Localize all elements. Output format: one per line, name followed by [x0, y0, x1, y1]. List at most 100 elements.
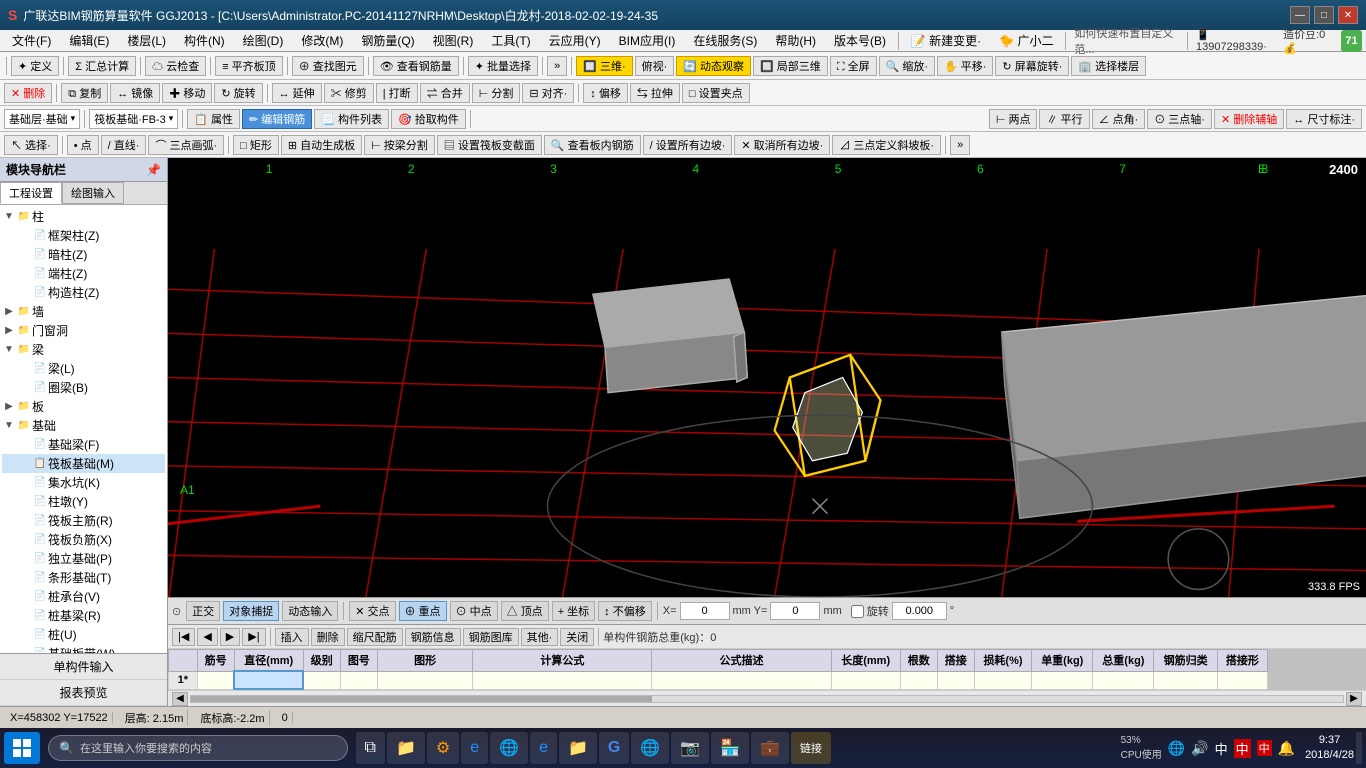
- btn-cancel-all-slope[interactable]: ✕ 取消所有边坡·: [734, 135, 830, 155]
- menu-file[interactable]: 文件(F): [4, 30, 59, 51]
- btn-three-point-axis[interactable]: ⊙ 三点轴·: [1147, 109, 1212, 129]
- btn-snap-intersect[interactable]: ✕ 交点: [349, 601, 395, 621]
- taskbar-app-camera[interactable]: 📷: [671, 732, 709, 764]
- btn-raft-section[interactable]: ▤ 设置筏板变截面: [437, 135, 542, 155]
- btn-view-rebar[interactable]: 👁 查看钢筋量: [373, 56, 459, 76]
- btn-point-draw[interactable]: • 点: [67, 135, 99, 155]
- cell-loss[interactable]: [974, 671, 1031, 689]
- btn-snap-coords[interactable]: + 坐标: [552, 601, 595, 621]
- tree-node-strip-found[interactable]: 📄条形基础(T): [2, 568, 165, 587]
- taskbar-app-g[interactable]: G: [599, 732, 629, 764]
- btn-first-record[interactable]: |◀: [172, 628, 195, 646]
- cell-diameter[interactable]: [234, 671, 303, 689]
- cell-overlap[interactable]: [937, 671, 974, 689]
- btn-partial-3d[interactable]: 🔲 局部三维: [753, 56, 828, 76]
- tree-node-beam-l[interactable]: 📄梁(L): [2, 359, 165, 378]
- menu-cloud[interactable]: 云应用(Y): [541, 30, 609, 51]
- taskbar-app-work[interactable]: 💼: [751, 732, 789, 764]
- btn-delete[interactable]: ✕ 删除: [4, 83, 52, 103]
- cell-formula[interactable]: [473, 671, 652, 689]
- btn-other[interactable]: 其他·: [521, 628, 559, 646]
- btn-rotate[interactable]: ↻ 旋转: [214, 83, 262, 103]
- btn-property[interactable]: 📋 属性: [187, 109, 240, 129]
- tray-ime3[interactable]: 中: [1257, 740, 1272, 756]
- rotate-input[interactable]: [892, 602, 947, 620]
- rotate-check[interactable]: [851, 605, 864, 618]
- btn-rect-draw[interactable]: □ 矩形: [233, 135, 279, 155]
- minimize-button[interactable]: —: [1290, 6, 1310, 24]
- menu-tools[interactable]: 工具(T): [483, 30, 538, 51]
- btn-three-point-slope[interactable]: ⊿ 三点定义斜坡板·: [832, 135, 941, 155]
- close-button[interactable]: ✕: [1338, 6, 1358, 24]
- cell-grade[interactable]: [303, 671, 340, 689]
- tree-node-found-beam[interactable]: 📄基础梁(F): [2, 435, 165, 454]
- tree-node-slab[interactable]: ▶📁板: [2, 397, 165, 416]
- horizontal-scrollbar[interactable]: [190, 695, 1344, 703]
- maximize-button[interactable]: □: [1314, 6, 1334, 24]
- tree-node-ring-beam[interactable]: 📄圈梁(B): [2, 378, 165, 397]
- btn-top-view[interactable]: 俯视·: [635, 56, 675, 76]
- btn-rebar-info[interactable]: 钢筋信息: [405, 628, 461, 646]
- tray-ime2[interactable]: 中: [1234, 739, 1251, 758]
- btn-snap-center[interactable]: ⊙ 中点: [450, 601, 498, 621]
- taskbar-app-browser1[interactable]: ⚙: [427, 732, 459, 764]
- taskbar-app-store[interactable]: 🏪: [711, 732, 749, 764]
- scroll-left-btn[interactable]: ◀: [172, 692, 188, 706]
- btn-pan[interactable]: ✋ 平移·: [937, 56, 993, 76]
- tab-draw-input[interactable]: 绘图输入: [62, 182, 124, 204]
- btn-define[interactable]: ✦ 定义: [11, 56, 59, 76]
- btn-single-component[interactable]: 单构件输入: [0, 654, 167, 680]
- btn-object-snap[interactable]: 对象捕捉: [223, 601, 279, 621]
- menu-floor[interactable]: 楼层(L): [119, 30, 174, 51]
- btn-snap-vertex[interactable]: △ 顶点: [501, 601, 549, 621]
- dropdown-raft-foundation[interactable]: 筏板基础·FB-3: [89, 109, 178, 129]
- btn-edit-rebar[interactable]: ✏ 编辑钢筋: [242, 109, 312, 129]
- btn-align[interactable]: ⊟ 对齐·: [522, 83, 574, 103]
- btn-dynamic-input[interactable]: 动态输入: [282, 601, 338, 621]
- cell-category[interactable]: [1154, 671, 1217, 689]
- btn-dim-mark[interactable]: ↔ 尺寸标注·: [1286, 109, 1362, 129]
- menu-component[interactable]: 构件(N): [176, 30, 233, 51]
- btn-3d[interactable]: 🔲 三维·: [576, 56, 632, 76]
- cell-rebar-num[interactable]: [197, 671, 234, 689]
- dropdown-base-layer[interactable]: 基础层·基础: [4, 109, 80, 129]
- btn-fullscreen[interactable]: ⛶ 全屏: [830, 56, 877, 76]
- menu-modify[interactable]: 修改(M): [293, 30, 351, 51]
- btn-grip[interactable]: □ 设置夹点: [682, 83, 750, 103]
- btn-last-record[interactable]: ▶|: [242, 628, 265, 646]
- menu-online[interactable]: 在线服务(S): [685, 30, 765, 51]
- btn-select-floor[interactable]: 🏢 选择楼层: [1071, 56, 1146, 76]
- btn-rebar-insert[interactable]: 插入: [275, 628, 309, 646]
- menu-edit[interactable]: 编辑(E): [61, 30, 117, 51]
- btn-zoom[interactable]: 🔍 缩放·: [879, 56, 935, 76]
- btn-extend[interactable]: ↔ 延伸: [272, 83, 322, 103]
- menu-bim[interactable]: BIM应用(I): [611, 30, 684, 51]
- tree-node-beam[interactable]: ▼📁梁: [2, 340, 165, 359]
- scroll-right-btn[interactable]: ▶: [1346, 692, 1362, 706]
- btn-view-board-rebar[interactable]: 🔍 查看板内钢筋: [544, 135, 641, 155]
- btn-prev-record[interactable]: ◀: [197, 628, 217, 646]
- btn-more4[interactable]: »: [950, 135, 970, 155]
- btn-report-preview[interactable]: 报表预览: [0, 680, 167, 706]
- tree-node-raft-foundation[interactable]: 📋筏板基础(M): [2, 454, 165, 473]
- btn-snap-midpoint[interactable]: ⊕ 重点: [399, 601, 447, 621]
- btn-set-all-slope[interactable]: / 设置所有边坡·: [643, 135, 733, 155]
- menu-draw[interactable]: 绘图(D): [235, 30, 292, 51]
- cell-fig-num[interactable]: [340, 671, 377, 689]
- btn-move[interactable]: ✚ 移动: [162, 83, 212, 103]
- taskbar-app-file[interactable]: 📁: [387, 732, 425, 764]
- btn-line-draw[interactable]: / 直线·: [101, 135, 147, 155]
- cell-count[interactable]: [900, 671, 937, 689]
- btn-screen-rotate[interactable]: ↻ 屏幕旋转·: [995, 56, 1069, 76]
- btn-trim[interactable]: ✂ 修剪: [324, 83, 374, 103]
- taskbar-app-folder[interactable]: 📁: [559, 732, 597, 764]
- menu-rebar-qty[interactable]: 钢筋量(Q): [353, 30, 422, 51]
- cell-shape[interactable]: [377, 671, 473, 689]
- btn-find-element[interactable]: ⊕ 查找图元: [292, 56, 364, 76]
- taskbar-app-browser5[interactable]: 🌐: [631, 732, 669, 764]
- show-desktop-btn[interactable]: [1356, 732, 1362, 764]
- x-input[interactable]: [680, 602, 730, 620]
- btn-mirror[interactable]: ↔ 镜像: [110, 83, 160, 103]
- tray-ime[interactable]: 中: [1215, 739, 1228, 758]
- tree-node-found-band[interactable]: 📄基础板带(W): [2, 644, 165, 653]
